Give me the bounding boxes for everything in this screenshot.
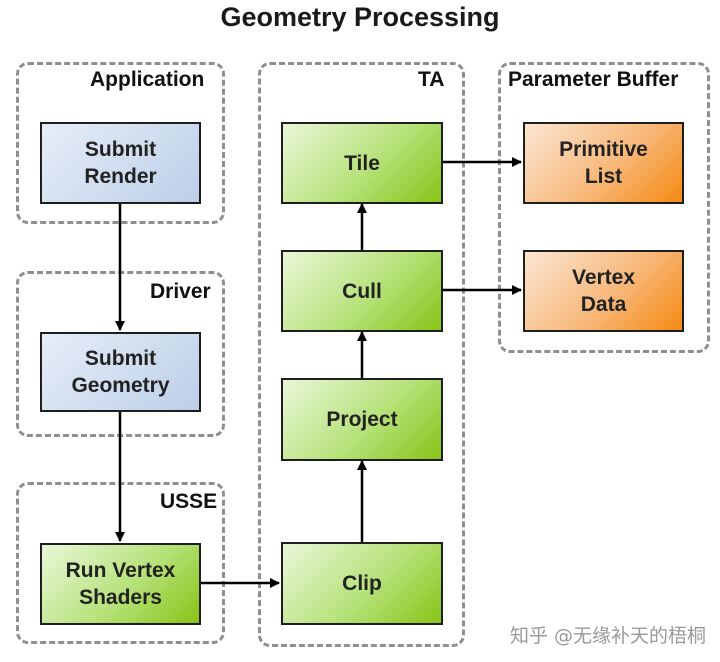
cull-box: Cull: [281, 250, 443, 332]
watermark-text: 知乎 @无缘补天的梧桐: [509, 625, 706, 647]
primitive-list-line1: Primitive: [559, 138, 648, 161]
submit-render-line2: Render: [84, 165, 157, 188]
submit-geometry-line2: Geometry: [71, 374, 170, 397]
project-box: Project: [281, 378, 443, 461]
tile-label: Tile: [344, 151, 380, 175]
vertex-data-box: Vertex Data: [523, 250, 684, 332]
run-vertex-shaders-line2: Shaders: [79, 586, 162, 609]
clip-box: Clip: [281, 542, 443, 625]
tile-box: Tile: [281, 122, 443, 204]
submit-render-line1: Submit: [84, 138, 157, 161]
primitive-list-box: Primitive List: [523, 122, 684, 204]
vertex-data-line2: Data: [580, 293, 627, 316]
project-label: Project: [326, 408, 398, 431]
vertex-data-line1: Vertex: [571, 266, 636, 289]
run-vertex-shaders-box: Run Vertex Shaders: [40, 543, 201, 625]
cull-label: Cull: [342, 279, 382, 303]
clip-label: Clip: [342, 572, 382, 595]
submit-render-box: Submit Render: [40, 122, 201, 204]
run-vertex-shaders-line1: Run Vertex: [65, 559, 176, 582]
primitive-list-line2: List: [584, 165, 623, 188]
submit-geometry-box: Submit Geometry: [40, 332, 201, 412]
submit-geometry-line1: Submit: [84, 347, 157, 370]
